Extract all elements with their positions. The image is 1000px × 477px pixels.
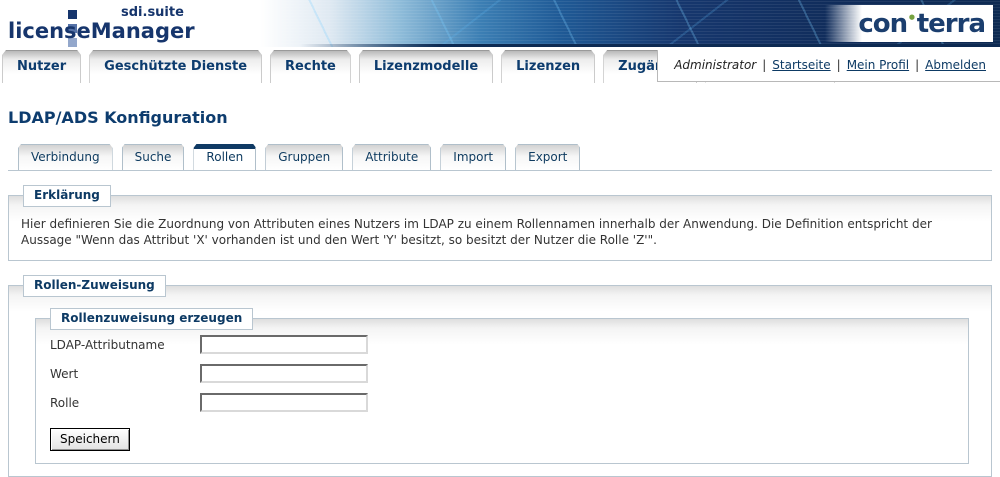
tab-geschuetzte-dienste[interactable]: Geschützte Dienste [89,50,262,83]
separator: | [836,58,841,72]
separator: | [915,58,920,72]
rolle-label: Rolle [50,395,80,410]
wert-input[interactable] [200,364,368,384]
ldap-attribute-name-label: LDAP-Attributname [50,337,165,352]
explanation-panel: Erklärung Hier definieren Sie die Zuordn… [8,185,992,262]
main-nav: Nutzer Geschützte Dienste Rechte Lizenzmode… [0,47,1000,84]
page-content: LDAP/ADS Konfiguration Verbindung Suche Ro… [0,108,1000,477]
subtab-verbindung[interactable]: Verbindung [18,144,113,170]
settings-sub-nav: Verbindung Suche Rollen Gruppen Attribute Imp… [8,144,992,171]
create-role-assignment-panel: Rollenzuweisung erzeugen LDAP-Attributna… [35,308,969,465]
conterra-logo-dot: • [907,8,917,27]
form-row: LDAP-Attributname [50,335,954,355]
tab-rechte[interactable]: Rechte [270,50,351,83]
user-links-bar: Administrator | Startseite | Mein Profil | Abm… [657,50,1000,82]
explanation-legend: Erklärung [23,185,111,207]
page-title: LDAP/ADS Konfiguration [8,108,228,127]
conterra-logo-part1: con [858,8,908,39]
rolle-input[interactable] [200,393,368,413]
tab-nutzer[interactable]: Nutzer [2,50,81,83]
link-abmelden[interactable]: Abmelden [925,58,986,72]
create-role-assignment-legend: Rollenzuweisung erzeugen [50,308,254,331]
save-button[interactable]: Speichern [50,428,130,452]
product-suite-name: sdi.suite [121,5,184,20]
subtab-rollen[interactable]: Rollen [193,144,256,170]
tab-lizenzmodelle[interactable]: Lizenzmodelle [359,50,493,83]
vendor-logo-box: con•terra [825,5,993,42]
subtab-import[interactable]: Import [440,144,506,170]
product-name: licenseManager [8,19,195,43]
subtab-attribute[interactable]: Attribute [352,144,431,170]
explanation-text: Hier definieren Sie die Zuordnung von At… [21,217,932,248]
conterra-logo: con•terra [858,8,986,39]
ldap-attribute-name-input[interactable] [200,335,368,355]
form-row: Wert [50,364,954,384]
wert-label: Wert [50,366,79,381]
separator: | [762,58,767,72]
subtab-gruppen[interactable]: Gruppen [265,144,343,170]
app-header: sdi.suite licenseManager con•terra [0,0,1000,47]
logo-square [68,10,77,19]
conterra-logo-part2: terra [916,8,986,39]
role-assignment-panel: Rollen-Zuweisung Rollenzuweisung erzeuge… [8,275,992,477]
subtab-export[interactable]: Export [515,144,580,170]
subtab-suche[interactable]: Suche [122,144,185,170]
form-row: Rolle [50,393,954,413]
role-assignment-legend: Rollen-Zuweisung [23,275,166,298]
tab-lizenzen[interactable]: Lizenzen [501,50,595,83]
current-user-label: Administrator [674,58,757,72]
link-startseite[interactable]: Startseite [772,58,830,72]
link-mein-profil[interactable]: Mein Profil [847,58,909,72]
